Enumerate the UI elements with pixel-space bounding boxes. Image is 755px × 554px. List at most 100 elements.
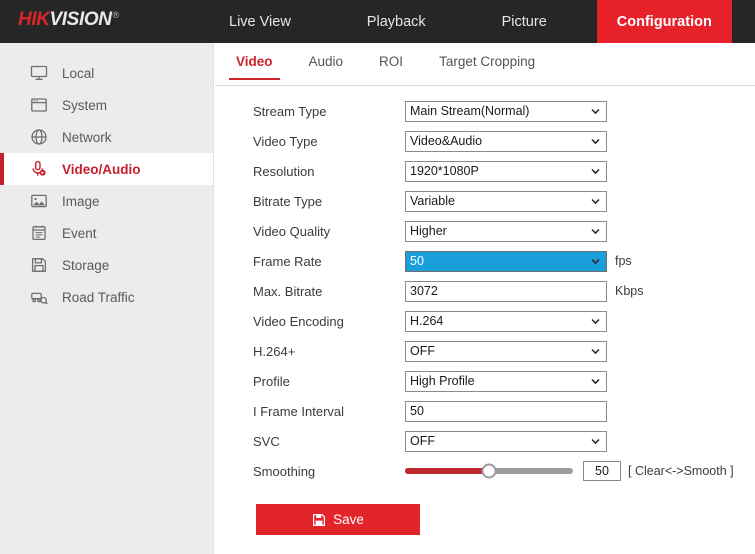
field-row-resolution: Resolution 1920*1080P	[215, 156, 755, 186]
i-frame-interval-input[interactable]: 50	[405, 401, 607, 422]
picture-icon	[28, 190, 50, 212]
video-encoding-select[interactable]: H.264	[405, 311, 607, 332]
field-row-video-encoding: Video Encoding H.264	[215, 306, 755, 336]
car-search-icon	[28, 286, 50, 308]
content-panel: Video Audio ROI Target Cropping Stream T…	[215, 43, 755, 554]
nav-tab-live-view[interactable]: Live View	[207, 0, 313, 43]
field-label: Stream Type	[253, 104, 405, 119]
tab-audio[interactable]: Audio	[305, 52, 348, 79]
sidebar: Local System	[0, 43, 214, 554]
tab-target-cropping[interactable]: Target Cropping	[435, 52, 539, 79]
smoothing-value-input[interactable]: 50	[583, 461, 621, 481]
video-settings-form: Stream Type Main Stream(Normal) Video Ty…	[215, 86, 755, 535]
field-value: OFF	[410, 342, 435, 361]
video-audio-subtabs: Video Audio ROI Target Cropping	[215, 52, 755, 86]
save-button[interactable]: Save	[256, 504, 420, 535]
field-row-profile: Profile High Profile	[215, 366, 755, 396]
field-value: Variable	[410, 192, 455, 211]
chevron-down-icon	[589, 225, 602, 238]
field-label: Smoothing	[253, 464, 405, 479]
sidebar-item-label: Road Traffic	[62, 290, 135, 305]
sidebar-item-label: Storage	[62, 258, 109, 273]
sidebar-item-label: Video/Audio	[62, 162, 141, 177]
field-value: 50	[410, 402, 424, 421]
chevron-down-icon	[589, 315, 602, 328]
window-icon	[28, 94, 50, 116]
sidebar-item-system[interactable]: System	[0, 89, 213, 121]
smoothing-hint: [ Clear<->Smooth ]	[628, 464, 734, 478]
stream-type-select[interactable]: Main Stream(Normal)	[405, 101, 607, 122]
field-label: H.264+	[253, 344, 405, 359]
field-row-bitrate-type: Bitrate Type Variable	[215, 186, 755, 216]
nav-tab-playback[interactable]: Playback	[345, 0, 448, 43]
sidebar-menu: Local System	[0, 43, 213, 313]
logo-text-vision: VISION	[50, 9, 112, 30]
sidebar-item-label: Event	[62, 226, 97, 241]
chevron-down-icon	[589, 435, 602, 448]
frame-rate-unit: fps	[615, 254, 632, 268]
field-label: SVC	[253, 434, 405, 449]
field-row-video-type: Video Type Video&Audio	[215, 126, 755, 156]
video-type-select[interactable]: Video&Audio	[405, 131, 607, 152]
bitrate-type-select[interactable]: Variable	[405, 191, 607, 212]
globe-icon	[28, 126, 50, 148]
hikvision-logo: HIKVISION®	[18, 9, 119, 31]
field-value: 3072	[410, 282, 438, 301]
field-row-stream-type: Stream Type Main Stream(Normal)	[215, 96, 755, 126]
svc-select[interactable]: OFF	[405, 431, 607, 452]
field-row-h264-plus: H.264+ OFF	[215, 336, 755, 366]
frame-rate-select[interactable]: 50	[405, 251, 607, 272]
sidebar-item-local[interactable]: Local	[0, 57, 213, 89]
nav-tab-configuration[interactable]: Configuration	[597, 0, 732, 43]
chevron-down-icon	[589, 165, 602, 178]
tab-video[interactable]: Video	[232, 52, 277, 79]
smoothing-slider[interactable]	[405, 461, 573, 482]
floppy-icon	[28, 254, 50, 276]
sidebar-item-label: Image	[62, 194, 100, 209]
sidebar-item-video-audio[interactable]: Video/Audio	[0, 153, 213, 185]
field-label: Video Encoding	[253, 314, 405, 329]
calendar-icon	[28, 222, 50, 244]
sidebar-item-network[interactable]: Network	[0, 121, 213, 153]
mic-icon	[28, 158, 50, 180]
slider-thumb[interactable]	[482, 464, 497, 479]
sidebar-item-storage[interactable]: Storage	[0, 249, 213, 281]
sidebar-item-label: Local	[62, 66, 94, 81]
registered-trademark-symbol: ®	[113, 10, 119, 20]
save-bar: Save	[215, 486, 755, 535]
sidebar-item-label: System	[62, 98, 107, 113]
field-label: Profile	[253, 374, 405, 389]
field-label: Video Type	[253, 134, 405, 149]
sidebar-item-image[interactable]: Image	[0, 185, 213, 217]
sidebar-item-event[interactable]: Event	[0, 217, 213, 249]
field-row-svc: SVC OFF	[215, 426, 755, 456]
main-nav-tabs: Live View Playback Picture Configuration	[207, 0, 732, 43]
field-value: OFF	[410, 432, 435, 451]
sidebar-item-road-traffic[interactable]: Road Traffic	[0, 281, 213, 313]
field-label: Frame Rate	[253, 254, 405, 269]
video-quality-select[interactable]: Higher	[405, 221, 607, 242]
chevron-down-icon	[589, 135, 602, 148]
chevron-down-icon	[589, 195, 602, 208]
field-label: Video Quality	[253, 224, 405, 239]
chevron-down-icon	[589, 345, 602, 358]
max-bitrate-input[interactable]: 3072	[405, 281, 607, 302]
h264-plus-select[interactable]: OFF	[405, 341, 607, 362]
configuration-page: HIKVISION® Live View Playback Picture Co…	[0, 0, 755, 554]
profile-select[interactable]: High Profile	[405, 371, 607, 392]
resolution-select[interactable]: 1920*1080P	[405, 161, 607, 182]
nav-tab-picture[interactable]: Picture	[480, 0, 569, 43]
field-value: 1920*1080P	[410, 162, 479, 181]
field-value: Main Stream(Normal)	[410, 102, 529, 121]
chevron-down-icon	[589, 255, 602, 268]
tab-roi[interactable]: ROI	[375, 52, 407, 79]
sidebar-item-label: Network	[62, 130, 112, 145]
slider-fill	[405, 468, 489, 474]
field-value: High Profile	[410, 372, 475, 391]
chevron-down-icon	[589, 375, 602, 388]
monitor-icon	[28, 62, 50, 84]
chevron-down-icon	[589, 105, 602, 118]
field-row-i-frame-interval: I Frame Interval 50	[215, 396, 755, 426]
smoothing-value: 50	[595, 464, 609, 478]
field-value: Video&Audio	[410, 132, 482, 151]
